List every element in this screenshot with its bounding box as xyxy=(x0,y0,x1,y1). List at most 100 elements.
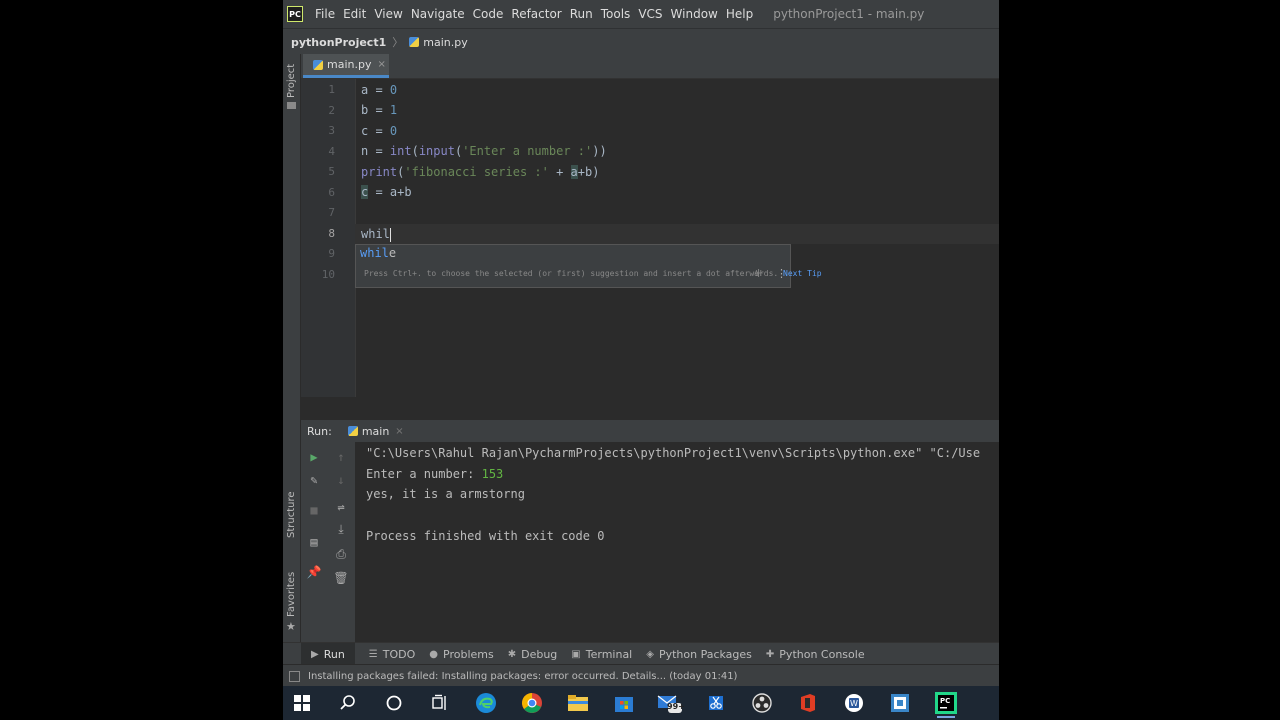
console-line: Enter a number: 153 xyxy=(366,464,503,484)
completion-item-while[interactable]: while xyxy=(356,245,790,264)
stop-icon[interactable]: ■ xyxy=(306,502,322,518)
tool-terminal-button[interactable]: ▣ Terminal xyxy=(571,648,632,661)
menu-edit[interactable]: Edit xyxy=(339,7,370,21)
list-icon: ☰ xyxy=(368,648,378,660)
close-icon[interactable]: × xyxy=(395,426,403,437)
pin-icon[interactable]: 📌 xyxy=(306,564,322,580)
mail-icon[interactable]: 99+ xyxy=(653,686,687,720)
scroll-up-icon[interactable]: ↑ xyxy=(333,449,349,465)
console-line: "C:\Users\Rahul Rajan\PycharmProjects\py… xyxy=(366,446,981,460)
line-number: 5 xyxy=(328,165,335,178)
close-icon[interactable]: × xyxy=(377,59,385,70)
scroll-down-icon[interactable]: ↓ xyxy=(333,472,349,488)
code-editor[interactable]: 1 2 3 4 5 6 7 8 9 10 a = 0 b = 1 c = 0 n… xyxy=(301,79,999,397)
code-token: ( xyxy=(411,144,419,158)
print-icon[interactable]: ⎙ xyxy=(333,546,349,562)
remote-app-icon[interactable] xyxy=(883,686,917,720)
structure-tool-button[interactable]: Structure xyxy=(286,491,297,538)
more-options-icon[interactable]: ⋮ xyxy=(776,267,787,280)
favorites-tool-button[interactable]: Favorites xyxy=(286,572,297,617)
menu-vcs[interactable]: VCS xyxy=(634,7,666,21)
code-token: a xyxy=(570,165,578,179)
tool-python-packages-button[interactable]: ◈ Python Packages xyxy=(646,648,752,661)
code-token: 'Enter a number :' xyxy=(462,144,593,158)
left-tool-stripe: Project Structure Favorites ★ xyxy=(283,54,301,662)
tool-problems-button[interactable]: ● Problems xyxy=(429,648,493,661)
menu-navigate[interactable]: Navigate xyxy=(407,7,469,21)
code-line-3: c = 0 xyxy=(361,121,397,141)
play-icon: ▶ xyxy=(311,648,319,660)
tool-todo-button[interactable]: ☰ TODO xyxy=(369,648,415,661)
search-icon[interactable] xyxy=(331,686,365,720)
chrome-browser-icon[interactable] xyxy=(515,686,549,720)
console-line: yes, it is a armstorng xyxy=(366,487,525,501)
next-tip-link[interactable]: Next Tip xyxy=(783,269,822,278)
tool-python-console-button[interactable]: ✚ Python Console xyxy=(766,648,865,661)
line-number: 10 xyxy=(321,268,335,281)
menu-code[interactable]: Code xyxy=(469,7,508,21)
word-icon[interactable]: W xyxy=(837,686,871,720)
current-line-highlight xyxy=(355,224,999,244)
run-console[interactable]: ▶ ↑ ✎ ↓ ■ ⇌ ▤ ⤓ ⎙ 📌 🗑 "C:\Users\Rahul Ra… xyxy=(301,442,999,642)
pycharm-window: PC File Edit View Navigate Code Refactor… xyxy=(283,0,999,686)
breadcrumb-project[interactable]: pythonProject1 xyxy=(291,36,386,49)
line-number: 1 xyxy=(328,83,335,96)
python-file-icon xyxy=(347,426,358,436)
task-view-icon[interactable] xyxy=(423,686,457,720)
tab-main-py[interactable]: main.py × xyxy=(303,54,389,78)
code-token: 0 xyxy=(389,124,398,138)
tool-label: Python Console xyxy=(779,647,865,661)
obs-studio-icon[interactable] xyxy=(745,686,779,720)
code-token: n = xyxy=(361,144,390,158)
status-message[interactable]: Installing packages failed: Installing p… xyxy=(308,671,737,682)
line-number: 9 xyxy=(328,247,335,260)
trash-icon[interactable]: 🗑 xyxy=(333,570,349,586)
wrench-icon[interactable]: ✎ xyxy=(306,472,322,488)
breadcrumb-file-label: main.py xyxy=(423,35,468,49)
tool-label: Terminal xyxy=(585,647,633,661)
code-line-8: whil xyxy=(361,224,391,244)
run-toolbar: ▶ ↑ ✎ ↓ ■ ⇌ ▤ ⤓ ⎙ 📌 🗑 xyxy=(301,442,355,642)
code-token: +b) xyxy=(577,165,600,179)
tool-window-bar: ▶ Run ☰ TODO ● Problems ✱ Debug ▣ Terminal ◈ P… xyxy=(283,642,999,665)
microsoft-store-icon[interactable] xyxy=(607,686,641,720)
code-line-5: print('fibonacci series :' + a+b) xyxy=(361,162,599,182)
line-number: 6 xyxy=(328,186,335,199)
code-line-1: a = 0 xyxy=(361,80,397,100)
pycharm-logo-icon: PC xyxy=(287,6,303,22)
edge-browser-icon[interactable] xyxy=(469,686,503,720)
tool-label: Problems xyxy=(443,647,494,661)
code-token: 0 xyxy=(389,83,398,97)
menu-tools[interactable]: Tools xyxy=(597,7,635,21)
line-number-gutter: 1 2 3 4 5 6 7 8 9 10 xyxy=(301,79,356,397)
soft-wrap-icon[interactable]: ⇌ xyxy=(333,499,349,515)
status-toggle-icon[interactable] xyxy=(289,670,300,682)
tool-debug-button[interactable]: ✱ Debug xyxy=(508,648,558,661)
menu-view[interactable]: View xyxy=(370,7,406,21)
office-icon[interactable] xyxy=(791,686,825,720)
menu-refactor[interactable]: Refactor xyxy=(507,7,565,21)
breadcrumb-file[interactable]: main.py xyxy=(409,35,468,49)
code-token: = xyxy=(368,83,390,97)
cortana-icon[interactable] xyxy=(377,686,411,720)
menu-file[interactable]: File xyxy=(311,7,339,21)
menu-window[interactable]: Window xyxy=(667,7,722,21)
completion-hint: Press Ctrl+. to choose the selected (or … xyxy=(364,269,822,278)
project-tool-button[interactable]: Project xyxy=(286,64,297,98)
console-user-input: 153 xyxy=(481,467,504,481)
code-token: = a+b xyxy=(368,185,412,199)
layout-icon[interactable]: ▤ xyxy=(306,534,322,550)
snipping-tool-icon[interactable] xyxy=(699,686,733,720)
rerun-icon[interactable]: ▶ xyxy=(306,449,322,465)
pycharm-taskbar-icon[interactable]: PC xyxy=(929,686,963,720)
code-token: = xyxy=(368,103,390,117)
run-tab-main[interactable]: main × xyxy=(347,425,404,438)
tab-label: main.py xyxy=(327,58,372,71)
tool-run-button[interactable]: ▶ Run xyxy=(301,643,355,665)
scroll-to-end-icon[interactable]: ⤓ xyxy=(333,521,349,537)
windows-start-icon[interactable] xyxy=(285,686,319,720)
file-explorer-icon[interactable] xyxy=(561,686,595,720)
code-token: + xyxy=(548,165,571,179)
menu-run[interactable]: Run xyxy=(566,7,597,21)
menu-help[interactable]: Help xyxy=(722,7,757,21)
